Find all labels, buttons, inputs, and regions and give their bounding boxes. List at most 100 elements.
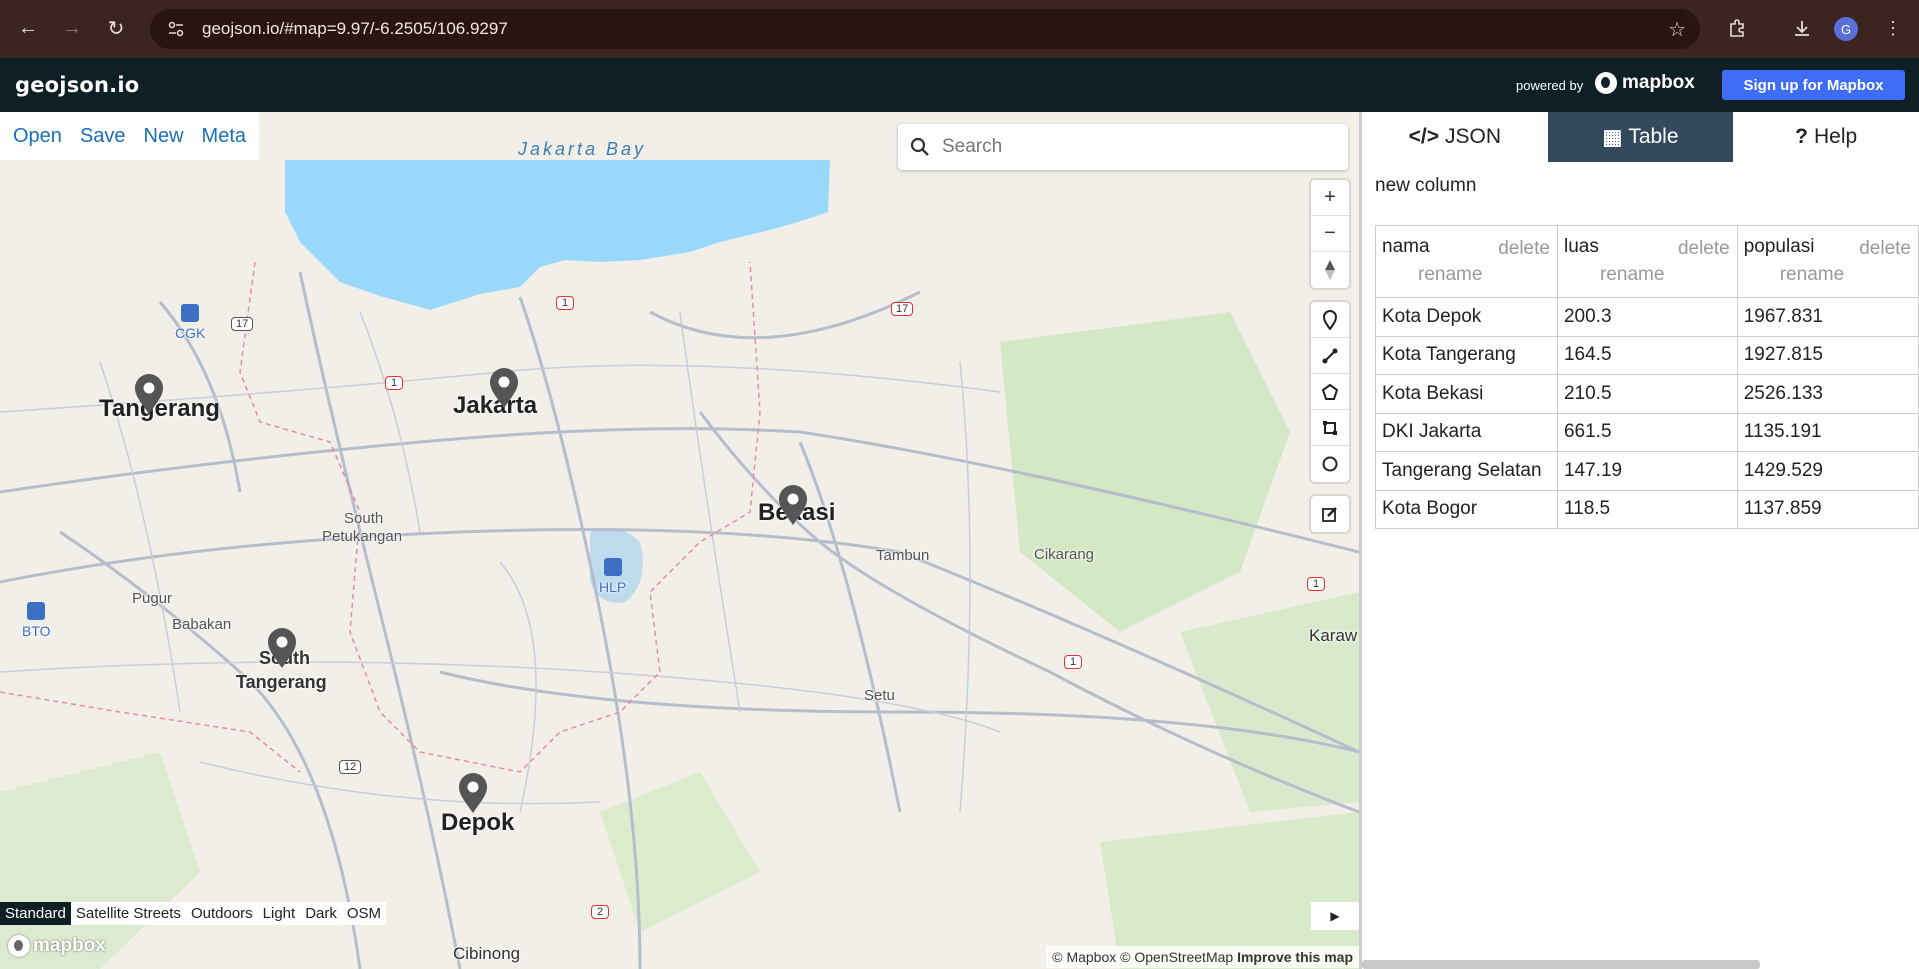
style-satellite-streets[interactable]: Satellite Streets (71, 902, 186, 925)
map-label-karawang: Karaw (1309, 626, 1358, 645)
zoom-in-icon[interactable]: + (1311, 180, 1349, 216)
table-cell[interactable]: 210.5 (1556, 374, 1738, 414)
search-input[interactable] (942, 136, 1322, 158)
table-cell[interactable]: 1429.529 (1736, 451, 1919, 491)
table-cell[interactable]: 200.3 (1556, 297, 1738, 337)
attribution-mapbox[interactable]: © Mapbox (1052, 949, 1116, 965)
mapbox-logo[interactable]: mapbox (1595, 72, 1695, 94)
highway-shield: 12 (339, 760, 362, 774)
horizontal-scrollbar[interactable] (1362, 960, 1760, 969)
style-dark[interactable]: Dark (300, 902, 342, 925)
highway-shield: 1 (1064, 655, 1083, 669)
table-cell[interactable]: 147.19 (1556, 451, 1738, 491)
download-icon[interactable] (1786, 12, 1818, 44)
edit-controls (1311, 496, 1349, 532)
table-cell[interactable]: 118.5 (1556, 489, 1738, 529)
more-menu-icon[interactable]: ⋮ (1877, 12, 1909, 44)
table-cell[interactable]: 164.5 (1556, 335, 1738, 375)
column-rename-button[interactable]: rename (1780, 264, 1844, 286)
menu-meta[interactable]: Meta (202, 125, 246, 148)
map-label-hlp: HLP (599, 579, 627, 595)
extensions-icon[interactable] (1721, 12, 1753, 44)
zoom-out-icon[interactable]: − (1311, 216, 1349, 252)
table-cell[interactable]: Kota Tangerang (1375, 335, 1558, 375)
improve-map-link[interactable]: Improve this map (1237, 949, 1353, 965)
new-column-button[interactable]: new column (1375, 175, 1476, 197)
column-delete-button[interactable]: delete (1674, 238, 1733, 260)
table-cell[interactable]: Kota Bekasi (1375, 374, 1558, 414)
draw-polygon-icon[interactable] (1311, 374, 1349, 410)
menu-open[interactable]: Open (13, 125, 62, 148)
panel-tabs: </> JSON ▦ Table ? Help (1362, 112, 1919, 162)
map-label-south-tangerang-2: Tangerang (236, 672, 327, 692)
map-label-cibinong: Cibinong (453, 944, 521, 963)
table-cell[interactable]: Kota Bogor (1375, 489, 1558, 529)
map-marker-icon[interactable] (488, 367, 520, 409)
mapbox-logo-text: mapbox (1622, 72, 1695, 93)
style-osm[interactable]: OSM (342, 902, 386, 925)
draw-circle-icon[interactable] (1311, 446, 1349, 482)
table-row: Kota Tangerang 164.5 1927.815 (1375, 335, 1919, 375)
tab-json-label: JSON (1445, 125, 1502, 148)
table-cell[interactable]: Kota Depok (1375, 297, 1558, 337)
column-rename-button[interactable]: rename (1600, 264, 1664, 286)
attribution-osm[interactable]: © OpenStreetMap (1120, 949, 1233, 965)
map-marker-icon[interactable] (266, 627, 298, 669)
edit-geometry-icon[interactable] (1311, 496, 1349, 532)
table-header-row: nama delete rename luas delete rename po… (1375, 225, 1919, 298)
column-rename-button[interactable]: rename (1418, 264, 1482, 286)
column-delete-button[interactable]: delete (1856, 238, 1914, 260)
bookmark-star-icon[interactable]: ☆ (1668, 17, 1686, 42)
reload-icon[interactable]: ↻ (100, 12, 132, 44)
table-cell[interactable]: Tangerang Selatan (1375, 451, 1558, 491)
map-attribution: © Mapbox © OpenStreetMap Improve this ma… (1046, 946, 1359, 968)
mapbox-wordmark[interactable]: mapbox (8, 935, 106, 957)
table-cell[interactable]: 1967.831 (1736, 297, 1919, 337)
table-cell[interactable]: 661.5 (1556, 412, 1738, 452)
table-cell[interactable]: 2526.133 (1736, 374, 1919, 414)
map-marker-icon[interactable] (133, 373, 165, 415)
collapse-panel-icon[interactable]: ▶ (1311, 902, 1359, 930)
table-cell[interactable]: DKI Jakarta (1375, 412, 1558, 452)
powered-by-text: powered by (1516, 78, 1584, 93)
table-cell[interactable]: 1927.815 (1736, 335, 1919, 375)
draw-line-icon[interactable] (1311, 338, 1349, 374)
map-label-tambun: Tambun (876, 547, 930, 564)
menu-save[interactable]: Save (80, 125, 126, 148)
profile-avatar[interactable]: G (1834, 17, 1858, 41)
compass-icon[interactable] (1311, 252, 1349, 288)
address-bar[interactable]: geojson.io/#map=9.97/-6.2505/106.9297 ☆ (150, 9, 1700, 49)
table-row: Kota Bogor 118.5 1137.859 (1375, 489, 1919, 529)
table-cell[interactable]: 1137.859 (1736, 489, 1919, 529)
map-canvas[interactable]: Open Save New Meta + − (0, 112, 1359, 969)
tab-json[interactable]: </> JSON (1362, 112, 1548, 162)
forward-icon[interactable]: → (56, 12, 88, 44)
column-name: populasi (1743, 236, 1815, 257)
code-icon: </> (1408, 125, 1440, 148)
highway-shield: 1 (385, 376, 404, 390)
signup-mapbox-button[interactable]: Sign up for Mapbox (1722, 70, 1905, 100)
table-cell[interactable]: 1135.191 (1736, 412, 1919, 452)
map-search-box[interactable] (898, 124, 1348, 170)
draw-marker-icon[interactable] (1311, 302, 1349, 338)
highway-shield: 2 (591, 905, 610, 919)
side-panel: </> JSON ▦ Table ? Help new column nama … (1359, 112, 1919, 969)
map-marker-icon[interactable] (457, 772, 489, 814)
highway-shield: 1 (556, 296, 575, 310)
map-basemap (0, 160, 1359, 969)
site-settings-icon[interactable] (156, 9, 196, 49)
airport-icon (604, 558, 622, 576)
map-marker-icon[interactable] (777, 484, 809, 526)
style-outdoors[interactable]: Outdoors (186, 902, 258, 925)
highway-shield: 1 (1307, 577, 1326, 591)
tab-table[interactable]: ▦ Table (1547, 112, 1734, 162)
menu-new[interactable]: New (144, 125, 184, 148)
back-icon[interactable]: ← (12, 12, 44, 44)
map-style-switcher: Standard Satellite Streets Outdoors Ligh… (0, 902, 387, 925)
draw-rectangle-icon[interactable] (1311, 410, 1349, 446)
tab-help[interactable]: ? Help (1733, 112, 1919, 162)
column-delete-button[interactable]: delete (1495, 238, 1553, 260)
table-row: Kota Depok 200.3 1967.831 (1375, 297, 1919, 337)
style-light[interactable]: Light (258, 902, 301, 925)
style-standard[interactable]: Standard (0, 902, 71, 925)
